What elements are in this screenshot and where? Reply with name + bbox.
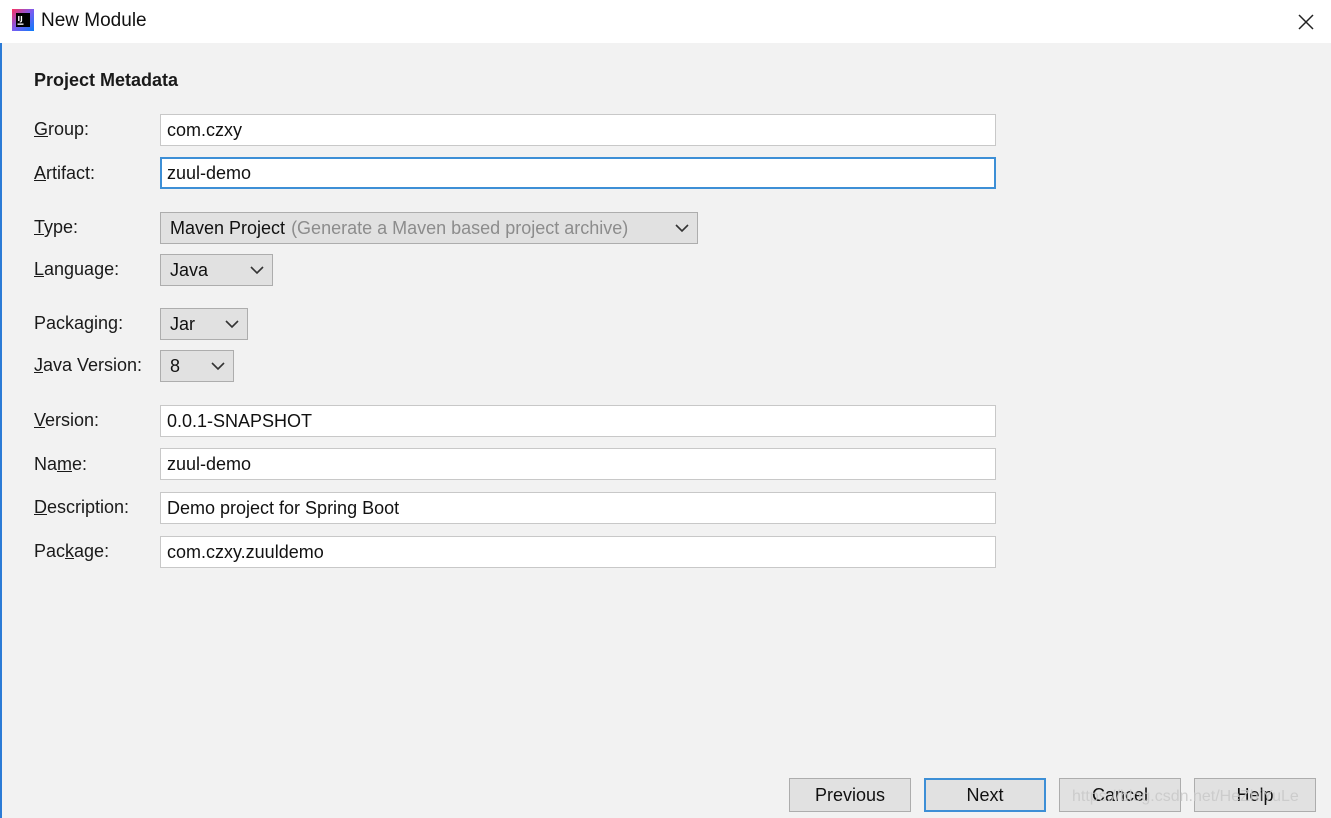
chevron-down-icon <box>250 266 264 275</box>
packaging-label: Packaging: <box>34 313 124 333</box>
window-border <box>0 43 2 818</box>
language-value: Java <box>170 259 209 280</box>
previous-button[interactable]: Previous <box>789 778 911 812</box>
window-title: New Module <box>41 10 147 31</box>
artifact-field[interactable] <box>160 157 996 189</box>
title-bar: IJ New Module <box>0 0 1331 43</box>
description-field[interactable] <box>160 492 996 524</box>
group-field[interactable] <box>160 114 996 146</box>
package-label: Package: <box>34 541 110 561</box>
language-label: Language: <box>34 259 120 279</box>
close-button[interactable] <box>1291 7 1321 37</box>
type-dropdown[interactable]: Maven Project (Generate a Maven based pr… <box>160 212 698 244</box>
version-field[interactable] <box>160 405 996 437</box>
help-button[interactable]: Help <box>1194 778 1316 812</box>
intellij-idea-icon: IJ <box>12 9 34 31</box>
svg-text:IJ: IJ <box>18 15 23 23</box>
java-version-dropdown[interactable]: 8 <box>160 350 234 382</box>
chevron-down-icon <box>675 224 689 233</box>
chevron-down-icon <box>225 320 239 329</box>
group-label: Group: <box>34 119 90 139</box>
description-label: Description: <box>34 497 130 517</box>
close-icon <box>1298 14 1314 30</box>
name-field[interactable] <box>160 448 996 480</box>
artifact-label: Artifact: <box>34 163 96 183</box>
version-label: Version: <box>34 410 100 430</box>
java-version-value: 8 <box>170 355 181 376</box>
next-button[interactable]: Next <box>924 778 1046 812</box>
chevron-down-icon <box>211 362 225 371</box>
package-field[interactable] <box>160 536 996 568</box>
name-label: Name: <box>34 454 88 474</box>
type-hint: (Generate a Maven based project archive) <box>291 217 629 238</box>
type-value: Maven Project <box>170 217 286 238</box>
java-version-label: Java Version: <box>34 355 143 375</box>
packaging-value: Jar <box>170 313 196 334</box>
type-label: Type: <box>34 217 79 237</box>
language-dropdown[interactable]: Java <box>160 254 273 286</box>
section-title: Project Metadata <box>34 70 179 90</box>
cancel-button[interactable]: Cancel <box>1059 778 1181 812</box>
packaging-dropdown[interactable]: Jar <box>160 308 248 340</box>
